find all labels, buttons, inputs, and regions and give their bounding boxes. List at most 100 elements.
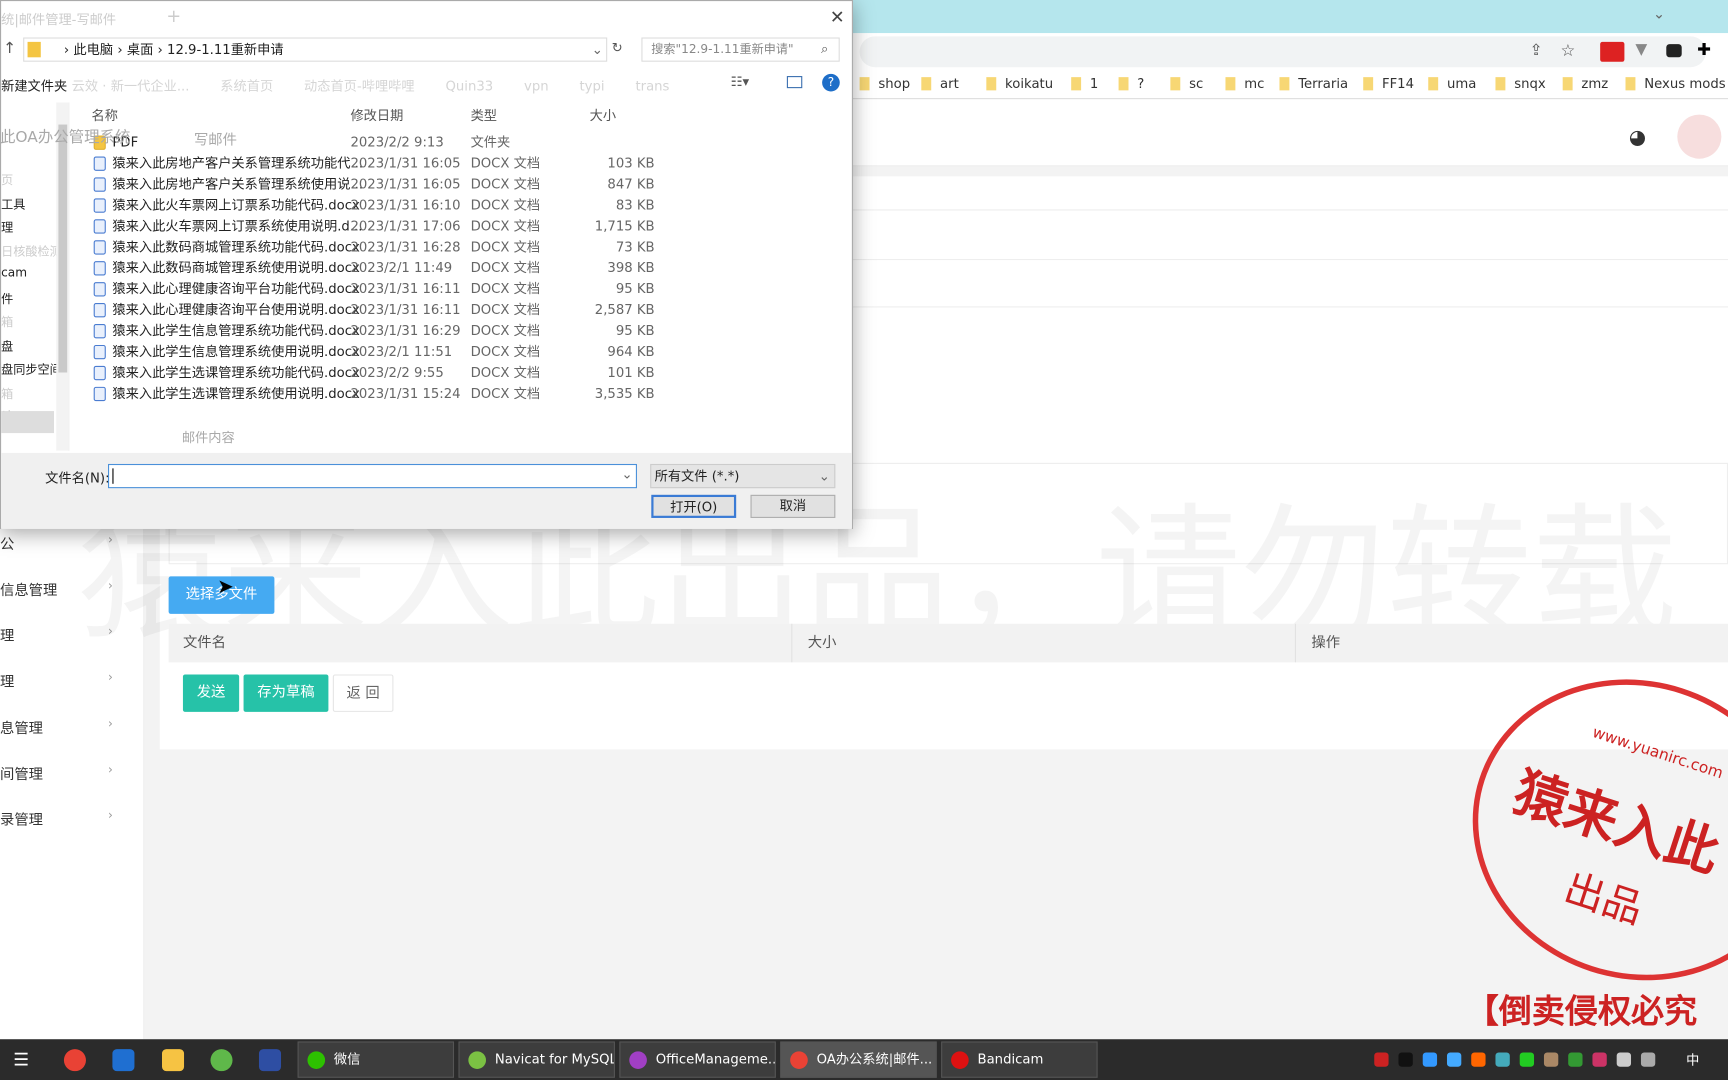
sidebar-item[interactable]: 间管理 › (0, 762, 121, 783)
col-type[interactable]: 类型 (471, 106, 497, 125)
sidebar-item[interactable]: 录管理 › (0, 808, 121, 829)
col-size[interactable]: 大小 (590, 106, 616, 125)
nav-scrollbar[interactable] (56, 102, 69, 451)
history-dropdown-icon[interactable]: ⌄ (592, 39, 603, 61)
filename-input[interactable]: ⌄ (107, 463, 637, 489)
address-bar[interactable] (859, 36, 1706, 68)
bookmark-item[interactable]: Nexus mods a (1625, 76, 1728, 91)
tray-icon[interactable] (1592, 1052, 1607, 1067)
refresh-icon[interactable]: ↻ (612, 40, 623, 55)
tray-icon[interactable] (1543, 1052, 1559, 1067)
file-row[interactable]: 猿来入此心理健康咨询平台功能代码.docx 2023/1/31 16:11 DOCX… (89, 279, 673, 300)
file-row[interactable]: 猿来入此火车票网上订票系统使用说明.d... 2023/1/31 17:06 DOC… (89, 216, 673, 237)
tray-icon[interactable] (1374, 1052, 1389, 1067)
nav-item[interactable]: 箱 (1, 313, 56, 331)
nav-item[interactable]: 盘 (1, 337, 56, 355)
extension-icon[interactable] (1666, 44, 1682, 58)
taskbar-app[interactable]: 微信 (297, 1041, 455, 1078)
tab-search-icon[interactable]: ⌄ (1653, 7, 1665, 24)
bookmark-item[interactable]: shop (859, 76, 910, 91)
chrome-icon[interactable] (63, 1049, 86, 1072)
nav-item[interactable]: 页 (1, 171, 56, 189)
crumb-item[interactable]: 桌面 (127, 42, 153, 57)
bookmark-item[interactable]: snqx (1495, 76, 1546, 91)
sidebar-item[interactable]: 理 › (0, 670, 121, 691)
bookmark-item[interactable]: mc (1225, 76, 1264, 91)
bookmark-item[interactable]: uma (1428, 76, 1476, 91)
tray-icon[interactable] (1446, 1052, 1462, 1067)
tray-icon[interactable] (1616, 1052, 1632, 1067)
browser-e-icon[interactable] (210, 1049, 233, 1072)
file-type-select[interactable]: 所有文件 (*.*) ⌄ (650, 463, 836, 489)
search-input[interactable]: 搜索"12.9-1.11重新申请" (641, 37, 840, 62)
tray-icon[interactable] (1398, 1052, 1413, 1067)
file-row[interactable]: 猿来入此学生信息管理系统功能代码.docx 2023/1/31 16:29 DOCX… (89, 321, 673, 342)
nav-item[interactable]: 箱 (1, 384, 56, 402)
ime-indicator[interactable]: 中 (1686, 1050, 1699, 1069)
bookmark-item[interactable]: FF14 (1363, 76, 1414, 91)
nav-item[interactable]: 工具 (1, 195, 56, 213)
bookmark-item[interactable]: ? (1118, 76, 1144, 91)
task-view-icon[interactable]: ☰ (13, 1049, 29, 1070)
taskbar-app[interactable]: Navicat for MySQL (458, 1041, 615, 1078)
nav-item[interactable]: 件 (1, 289, 56, 307)
bookmark-item[interactable]: zmz (1562, 76, 1608, 91)
help-icon[interactable]: ? (822, 73, 840, 92)
view-options-icon[interactable]: ☷▾ (731, 74, 749, 89)
star-icon[interactable]: ☆ (1560, 41, 1575, 61)
nav-selected-item[interactable] (1, 411, 54, 434)
file-row[interactable]: 猿来入此房地产客户关系管理系统使用说... 2023/1/31 16:05 DOCX… (89, 174, 673, 195)
bookmark-item[interactable]: art (921, 76, 959, 91)
onenote-icon[interactable] (112, 1049, 135, 1072)
preview-pane-icon[interactable] (786, 76, 803, 89)
user-avatar[interactable] (1677, 114, 1722, 159)
tray-icon[interactable] (1519, 1052, 1535, 1067)
vs-icon[interactable] (258, 1049, 282, 1072)
share-icon[interactable]: ⇪ (1530, 42, 1543, 60)
taskbar-app[interactable]: Bandicam (941, 1041, 1098, 1078)
back-button[interactable]: 返 回 (332, 674, 394, 712)
tray-icon[interactable] (1471, 1052, 1486, 1067)
file-row[interactable]: 猿来入此学生选课管理系统使用说明.docx 2023/1/31 15:24 DOCX… (89, 384, 673, 405)
bookmark-item[interactable]: Terraria (1279, 76, 1348, 91)
file-row[interactable]: 猿来入此火车票网上订票系功能代码.docx 2023/1/31 16:10 DOCX… (89, 195, 673, 216)
palette-icon[interactable]: ◕ (1629, 126, 1646, 149)
file-row[interactable]: 猿来入此数码商城管理系统使用说明.docx 2023/2/1 11:49 DOCX … (89, 258, 673, 279)
sidebar-item[interactable]: 息管理 › (0, 716, 121, 737)
up-arrow-icon[interactable]: ↑ (3, 40, 16, 58)
file-row[interactable]: 猿来入此数码商城管理系统功能代码.docx 2023/1/31 16:28 DOCX… (89, 237, 673, 258)
taskbar-app[interactable]: OfficeManageme... (619, 1041, 776, 1078)
col-name[interactable]: 名称 (91, 106, 117, 125)
col-date[interactable]: 修改日期 (350, 106, 403, 125)
nav-item[interactable]: 盘同步空间 (1, 360, 56, 378)
file-row[interactable]: 猿来入此学生信息管理系统使用说明.docx 2023/2/1 11:51 DOCX … (89, 342, 673, 363)
tray-icon[interactable] (1422, 1052, 1438, 1067)
puzzle-icon[interactable]: ✚ (1697, 40, 1711, 60)
breadcrumb[interactable]: › 此电脑 › 桌面 › 12.9-1.11重新申请 ⌄ (23, 37, 608, 62)
extension-new-icon[interactable] (1600, 41, 1625, 62)
file-row[interactable]: 猿来入此心理健康咨询平台使用说明.docx 2023/1/31 16:11 DOCX… (89, 300, 673, 321)
nav-item[interactable]: 日核酸检测 (1, 242, 56, 260)
tray-icon[interactable] (1640, 1052, 1656, 1067)
chevron-down-icon[interactable]: ⌄ (622, 466, 633, 481)
file-explorer-icon[interactable] (161, 1049, 185, 1072)
bookmark-item[interactable]: sc (1170, 76, 1203, 91)
bookmark-item[interactable]: 1 (1071, 76, 1098, 91)
crumb-item[interactable]: 12.9-1.11重新申请 (167, 42, 284, 57)
file-row[interactable]: 猿来入此学生选课管理系统功能代码.docx 2023/2/2 9:55 DOCX 文… (89, 363, 673, 384)
nav-item[interactable]: 理 (1, 218, 56, 236)
file-row[interactable]: 猿来入此房地产客户关系管理系统功能代... 2023/1/31 16:05 DOCX… (89, 153, 673, 174)
extension-v-icon[interactable]: ▼ (1635, 41, 1647, 59)
tray-icon[interactable] (1495, 1052, 1510, 1067)
save-draft-button[interactable]: 存为草稿 (243, 674, 329, 712)
nav-scrollbar-thumb[interactable] (58, 124, 68, 373)
folder-row[interactable]: PDF 2023/2/2 9:13 文件夹 (89, 132, 673, 153)
crumb-item[interactable]: 此电脑 (73, 42, 113, 57)
cancel-button[interactable]: 取消 (750, 494, 836, 518)
dialog-close-button[interactable]: ✕ (830, 7, 845, 28)
new-folder-button[interactable]: 新建文件夹 (1, 76, 67, 95)
send-button[interactable]: 发送 (182, 674, 240, 712)
tray-icon[interactable] (1568, 1052, 1583, 1067)
open-button[interactable]: 打开(O) (651, 494, 737, 518)
taskbar-app[interactable]: OA办公系统|邮件... (780, 1041, 937, 1078)
